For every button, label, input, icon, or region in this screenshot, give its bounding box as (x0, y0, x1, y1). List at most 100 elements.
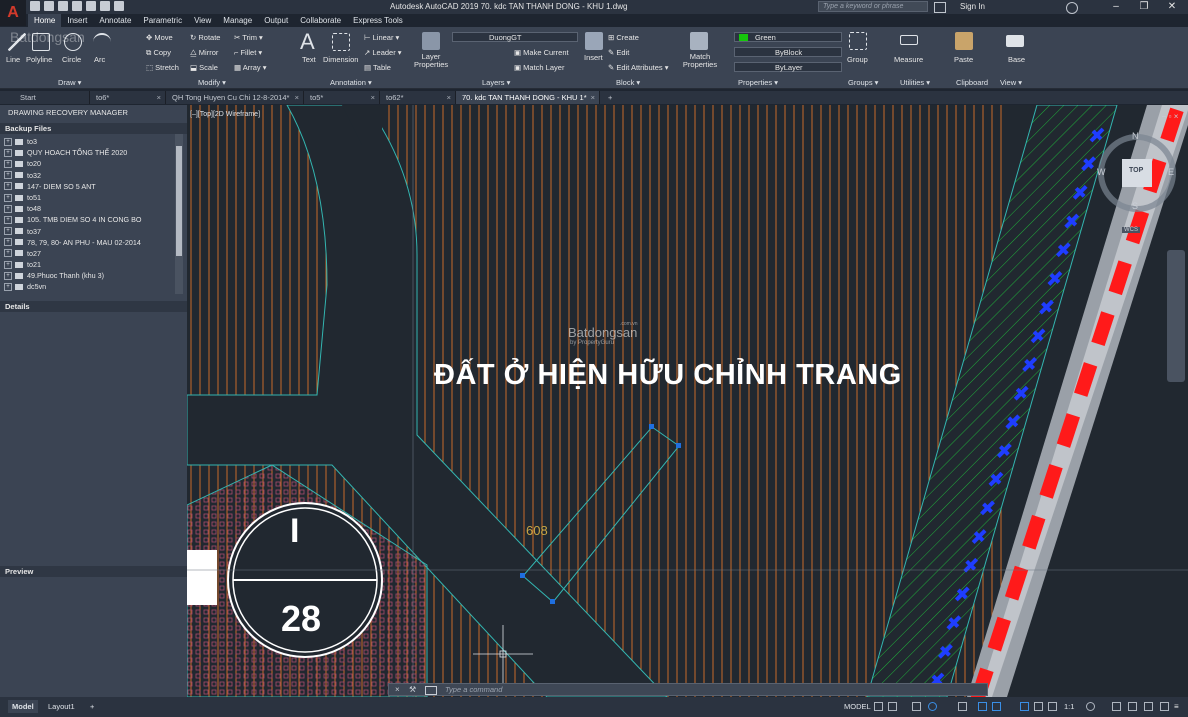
panel-title-groups[interactable]: Groups ▾ (848, 78, 878, 87)
panel-title-layers[interactable]: Layers ▾ (482, 78, 510, 87)
trim-button[interactable]: ✂ Trim ▾ (234, 33, 263, 42)
command-close-icon[interactable]: × (395, 685, 400, 694)
backup-file-item[interactable]: + to27 (4, 248, 174, 259)
expand-icon[interactable]: + (4, 238, 12, 247)
preview-header[interactable]: Preview (0, 566, 187, 577)
grip-handle[interactable] (649, 424, 654, 429)
doc-tab-to5[interactable]: to5* × (304, 91, 380, 104)
expand-icon[interactable]: + (4, 204, 12, 213)
add-layout-button[interactable]: + (86, 700, 98, 713)
measure-button[interactable]: Measure (894, 55, 923, 64)
expand-icon[interactable]: + (4, 227, 12, 236)
edit-block-button[interactable]: ✎ Edit (608, 48, 629, 57)
polar-icon[interactable] (928, 702, 937, 711)
object-snap-tracking-icon[interactable] (978, 702, 987, 711)
close-button[interactable]: ✕ (1162, 1, 1182, 13)
model-space-toggle[interactable]: MODEL (840, 700, 875, 713)
expand-icon[interactable]: + (4, 215, 12, 224)
tab-output[interactable]: Output (258, 14, 294, 27)
tab-collaborate[interactable]: Collaborate (294, 14, 347, 27)
viewcube-east[interactable]: E (1168, 167, 1174, 177)
close-icon[interactable]: × (447, 91, 451, 104)
new-file-icon[interactable] (30, 1, 40, 11)
panel-title-modify[interactable]: Modify ▾ (198, 78, 226, 87)
backup-file-item[interactable]: + to51 (4, 192, 174, 203)
scale-button[interactable]: ⬓ Scale (190, 63, 218, 72)
tab-view[interactable]: View (188, 14, 217, 27)
lineweight-dropdown[interactable]: ByLayer (734, 62, 842, 72)
save-as-icon[interactable] (72, 1, 82, 11)
viewport-window-controls[interactable]: – ▫ × (1162, 112, 1178, 121)
dimension-button[interactable]: Dimension (323, 55, 358, 64)
insert-button[interactable]: Insert (584, 53, 603, 62)
panel-title-view[interactable]: View ▾ (1000, 78, 1022, 87)
details-header[interactable]: Details (0, 301, 187, 312)
snap-icon[interactable] (888, 702, 897, 711)
expand-icon[interactable]: + (4, 260, 12, 269)
customization-menu-icon[interactable]: ≡ (1174, 702, 1183, 711)
mirror-button[interactable]: ⧋ Mirror (190, 48, 218, 58)
circle-button[interactable]: Circle (62, 55, 81, 64)
doc-tab-to62[interactable]: to62* × (380, 91, 456, 104)
paste-button[interactable]: Paste (954, 55, 973, 64)
arc-icon[interactable] (93, 33, 111, 51)
table-button[interactable]: ▤ Table (364, 63, 391, 72)
array-button[interactable]: ▦ Array ▾ (234, 63, 267, 72)
match-properties-button[interactable]: Match Properties (682, 53, 718, 69)
isodraft-icon[interactable] (958, 702, 967, 711)
doc-tab-active[interactable]: 70. kdc TAN THANH DONG - KHU 1* × (456, 91, 600, 104)
backup-file-item[interactable]: + to21 (4, 259, 174, 270)
doc-tab-qh-tong-huyen[interactable]: QH Tong Huyen Cu Chi 12-8-2014* × (166, 91, 304, 104)
backup-file-item[interactable]: +78, 79, 80- AN PHU - MAU 02-2014 (4, 237, 174, 248)
insert-icon[interactable] (585, 32, 603, 50)
help-icon[interactable] (1066, 2, 1078, 14)
minimize-button[interactable]: – (1106, 1, 1126, 13)
grip-handle[interactable] (520, 573, 525, 578)
stretch-button[interactable]: ⬚ Stretch (146, 63, 179, 72)
backup-file-item[interactable]: + to48 (4, 203, 174, 214)
grid-icon[interactable] (874, 702, 883, 711)
panel-title-utilities[interactable]: Utilities ▾ (900, 78, 930, 87)
close-icon[interactable]: × (591, 91, 595, 104)
tab-insert[interactable]: Insert (61, 14, 93, 27)
panel-title-draw[interactable]: Draw ▾ (58, 78, 81, 87)
line-button[interactable]: Line (6, 55, 20, 64)
leader-button[interactable]: ↗ Leader ▾ (364, 48, 402, 57)
edit-attributes-button[interactable]: ✎ Edit Attributes ▾ (608, 63, 669, 72)
command-prompt-icon[interactable] (425, 686, 437, 695)
scrollbar-thumb[interactable] (176, 146, 182, 256)
backup-file-item[interactable]: +147- DIEM SO 5 ANT (4, 181, 174, 192)
linetype-dropdown[interactable]: ByBlock (734, 47, 842, 57)
grip-handle[interactable] (676, 443, 681, 448)
base-view-icon[interactable] (1006, 35, 1024, 47)
command-input[interactable]: Type a command (445, 684, 502, 696)
base-button[interactable]: Base (1008, 55, 1025, 64)
arc-button[interactable]: Arc (94, 55, 105, 64)
panel-title-block[interactable]: Block ▾ (616, 78, 640, 87)
tab-home[interactable]: Home (28, 14, 62, 27)
layout1-tab[interactable]: Layout1 (44, 700, 79, 713)
close-icon[interactable]: × (295, 91, 299, 104)
layer-properties-button[interactable]: Layer Properties (414, 53, 448, 69)
viewcube-top-label[interactable]: TOP (1129, 167, 1143, 174)
object-snap-icon[interactable] (992, 702, 1001, 711)
backup-file-item[interactable]: + QUY HOACH TỔNG THỂ 2020 (4, 147, 174, 158)
expand-icon[interactable]: + (4, 283, 12, 292)
doc-tab-to6[interactable]: to6* × (90, 91, 166, 104)
new-tab-button[interactable]: + (602, 91, 620, 104)
expand-icon[interactable]: + (4, 249, 12, 258)
backup-file-item[interactable]: +105. TMB DIEM SO 4 IN CONG BO (4, 214, 174, 225)
hardware-acceleration-icon[interactable] (1144, 702, 1153, 711)
text-button[interactable]: Text (302, 55, 316, 64)
color-dropdown[interactable]: Green (734, 32, 842, 42)
model-tab[interactable]: Model (8, 700, 38, 713)
viewport-controls[interactable]: [–][Top][2D Wireframe] (190, 111, 260, 118)
close-icon[interactable]: × (371, 91, 375, 104)
redo-icon[interactable] (114, 1, 124, 11)
grip-handle[interactable] (550, 599, 555, 604)
undo-icon[interactable] (100, 1, 110, 11)
annotation-visibility-icon[interactable] (1020, 702, 1029, 711)
backup-file-item[interactable]: + to3 (4, 136, 174, 147)
tab-parametric[interactable]: Parametric (137, 14, 188, 27)
workspace-gear-icon[interactable] (1086, 702, 1095, 711)
